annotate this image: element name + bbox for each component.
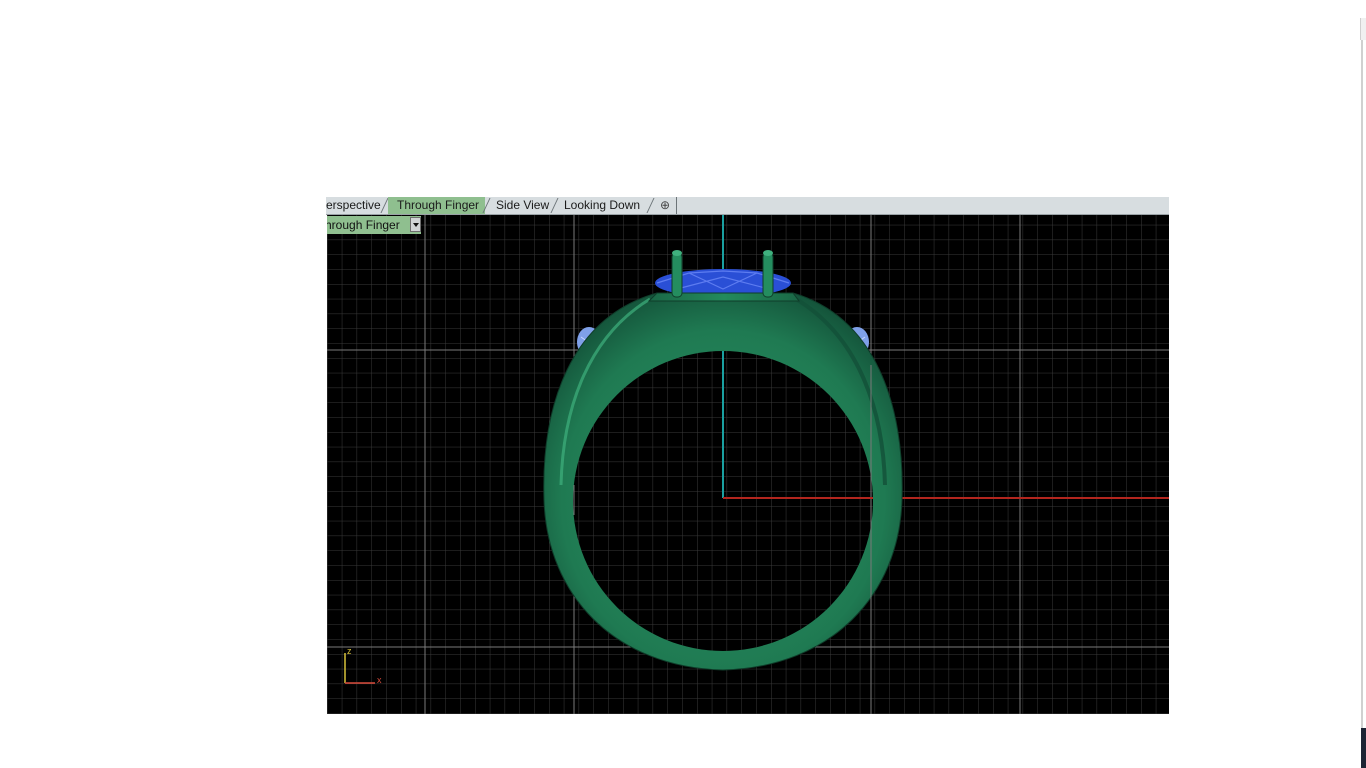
chevron-down-icon[interactable]: [410, 217, 421, 232]
viewport-tab-bar: erspective Through Finger Side View Look…: [326, 197, 1169, 215]
tab-side-view[interactable]: Side View: [496, 197, 549, 214]
viewport-name-label: hrough Finger: [327, 218, 400, 232]
tab-looking-down[interactable]: Looking Down: [564, 197, 640, 214]
axis-label-x: x: [377, 675, 382, 685]
viewport-canvas: [327, 215, 1169, 714]
scrollbar-track[interactable]: [1361, 40, 1363, 728]
prong-left: [671, 250, 683, 298]
add-viewport-icon[interactable]: ⊕: [654, 197, 677, 214]
viewport-name-menu[interactable]: hrough Finger: [327, 216, 421, 234]
scrollbar-up-area[interactable]: [1360, 18, 1366, 40]
viewport-through-finger[interactable]: hrough Finger z x: [327, 215, 1169, 714]
scrollbar-thumb[interactable]: [1361, 728, 1366, 768]
tab-separator: [550, 198, 559, 213]
tab-through-finger[interactable]: Through Finger: [388, 197, 486, 214]
ring-head-top: [647, 292, 800, 302]
tab-perspective[interactable]: erspective: [326, 197, 381, 214]
prong-right: [762, 250, 774, 298]
axis-label-z: z: [347, 646, 352, 656]
rhino-window: erspective Through Finger Side View Look…: [0, 0, 1366, 768]
